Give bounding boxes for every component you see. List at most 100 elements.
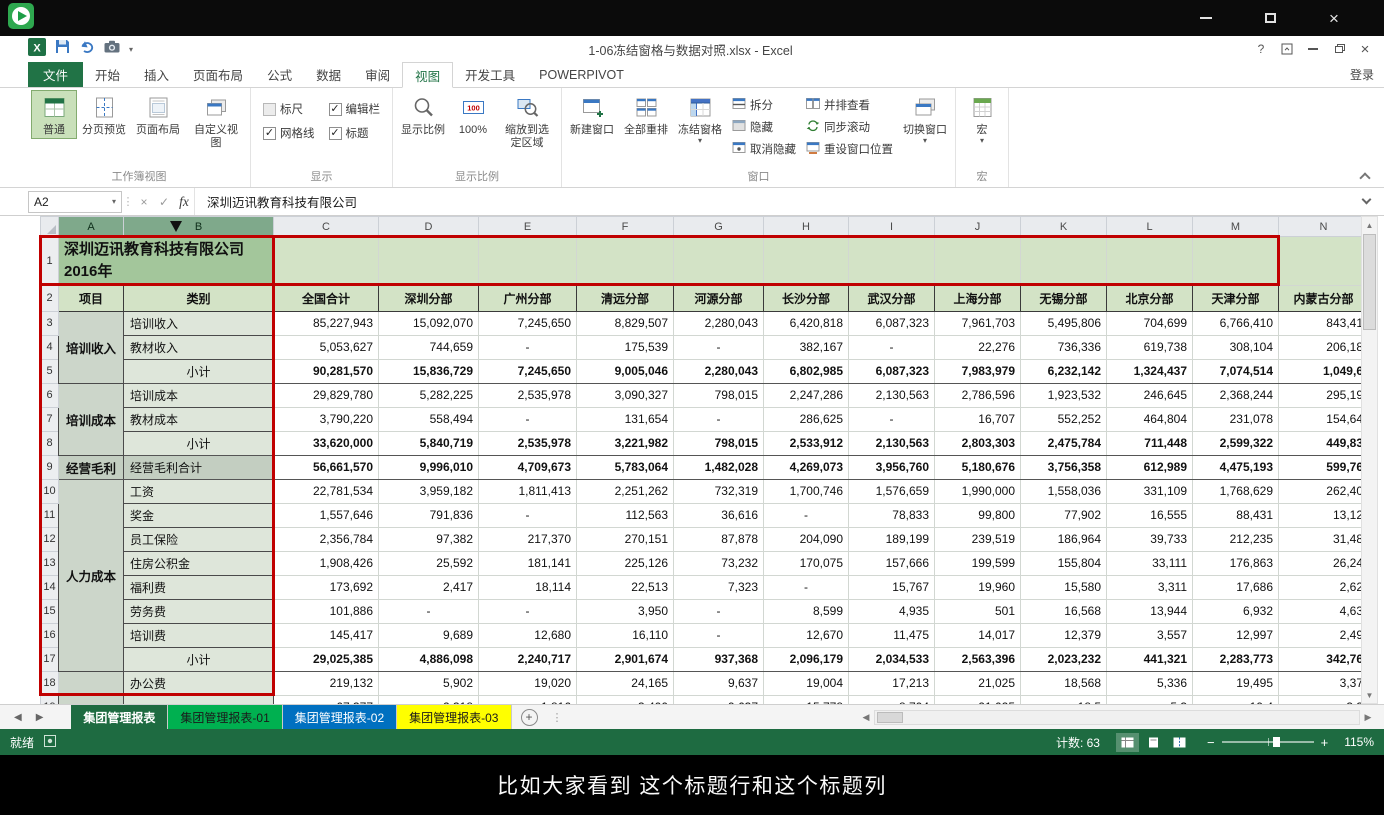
show-option-3[interactable]: ✓标题 <box>329 125 381 141</box>
cell-C14[interactable]: 173,692 <box>274 575 379 599</box>
row-header-4[interactable]: 4 <box>41 335 59 359</box>
small-button-hide[interactable]: 隐藏 <box>732 119 796 135</box>
cell-A9[interactable]: 经营毛利 <box>59 455 124 479</box>
cell-D3[interactable]: 15,092,070 <box>379 311 479 335</box>
cell-E2[interactable]: 广州分部 <box>479 285 577 311</box>
view-button-pagebreak[interactable]: 分页预览 <box>77 90 131 139</box>
cell-D6[interactable]: 5,282,225 <box>379 383 479 407</box>
cell-M5[interactable]: 7,074,514 <box>1193 359 1279 383</box>
cell-G7[interactable]: - <box>674 407 764 431</box>
cell-L15[interactable]: 13,944 <box>1107 599 1193 623</box>
col-header-B[interactable]: B <box>124 217 274 237</box>
cell-N17[interactable]: 342,76 <box>1279 647 1369 671</box>
cell-B2[interactable]: 类别 <box>124 285 274 311</box>
cell-J8[interactable]: 2,803,303 <box>935 431 1021 455</box>
cell-C17[interactable]: 29,025,385 <box>274 647 379 671</box>
cell-H19[interactable]: 15,778 <box>764 695 849 704</box>
ribbon-tab-6[interactable]: 视图 <box>402 62 453 88</box>
cell-H15[interactable]: 8,599 <box>764 599 849 623</box>
cell-B4[interactable]: 教材收入 <box>124 335 274 359</box>
cell-E8[interactable]: 2,535,978 <box>479 431 577 455</box>
window-button-arrange[interactable]: 全部重排 <box>619 90 673 148</box>
cell-M3[interactable]: 6,766,410 <box>1193 311 1279 335</box>
cell-A3[interactable]: 培训收入 <box>59 311 124 383</box>
cell-L6[interactable]: 246,645 <box>1107 383 1193 407</box>
cell-F17[interactable]: 2,901,674 <box>577 647 674 671</box>
cell-C1[interactable] <box>274 237 379 286</box>
cell-G9[interactable]: 1,482,028 <box>674 455 764 479</box>
cell-K16[interactable]: 12,379 <box>1021 623 1107 647</box>
cell-N19[interactable]: 3,3 <box>1279 695 1369 704</box>
col-header-A[interactable]: A <box>59 217 124 237</box>
view-button-custom[interactable]: 自定义视图 <box>185 90 247 153</box>
cell-K13[interactable]: 155,804 <box>1021 551 1107 575</box>
cell-M1[interactable] <box>1193 237 1279 286</box>
cell-N10[interactable]: 262,40 <box>1279 479 1369 503</box>
sheet-nav-right-icon[interactable]: ▶ <box>36 712 44 723</box>
cell-M18[interactable]: 19,495 <box>1193 671 1279 695</box>
cell-B15[interactable]: 劳务费 <box>124 599 274 623</box>
cell-I14[interactable]: 15,767 <box>849 575 935 599</box>
cell-E14[interactable]: 18,114 <box>479 575 577 599</box>
cell-K3[interactable]: 5,495,806 <box>1021 311 1107 335</box>
cell-I19[interactable]: 8,704 <box>849 695 935 704</box>
cell-K6[interactable]: 1,923,532 <box>1021 383 1107 407</box>
cell-N6[interactable]: 295,19 <box>1279 383 1369 407</box>
cell-D18[interactable]: 5,902 <box>379 671 479 695</box>
row-header-15[interactable]: 15 <box>41 599 59 623</box>
cell-N14[interactable]: 2,62 <box>1279 575 1369 599</box>
cell-K15[interactable]: 16,568 <box>1021 599 1107 623</box>
cell-F15[interactable]: 3,950 <box>577 599 674 623</box>
zoom-slider[interactable]: − + <box>1207 735 1328 750</box>
cell-M6[interactable]: 2,368,244 <box>1193 383 1279 407</box>
cell-L19[interactable]: 5,3 <box>1107 695 1193 704</box>
cell-B18[interactable]: 办公费 <box>124 671 274 695</box>
cell-C11[interactable]: 1,557,646 <box>274 503 379 527</box>
row-header-17[interactable]: 17 <box>41 647 59 671</box>
cell-K10[interactable]: 1,558,036 <box>1021 479 1107 503</box>
cell-H6[interactable]: 2,247,286 <box>764 383 849 407</box>
cell-H8[interactable]: 2,533,912 <box>764 431 849 455</box>
small-button-unhide[interactable]: 取消隐藏 <box>732 141 796 157</box>
scroll-left-icon[interactable]: ◀ <box>858 712 874 723</box>
cell-J12[interactable]: 239,519 <box>935 527 1021 551</box>
view-button-normal[interactable]: 普通 <box>31 90 77 139</box>
cell-C5[interactable]: 90,281,570 <box>274 359 379 383</box>
cell-I12[interactable]: 189,199 <box>849 527 935 551</box>
cell-I5[interactable]: 6,087,323 <box>849 359 935 383</box>
sheet-tab-2[interactable]: 集团管理报表-02 <box>283 705 397 729</box>
page-layout-view-icon[interactable] <box>1142 733 1165 752</box>
cell-L16[interactable]: 3,557 <box>1107 623 1193 647</box>
cell-C19[interactable]: 67,377 <box>274 695 379 704</box>
cell-E7[interactable]: - <box>479 407 577 431</box>
cell-H2[interactable]: 长沙分部 <box>764 285 849 311</box>
ribbon-tab-8[interactable]: POWERPIVOT <box>527 62 636 87</box>
player-minimize-button[interactable] <box>1186 6 1226 30</box>
cell-A10[interactable]: 人力成本 <box>59 479 124 671</box>
sheet-tab-1[interactable]: 集团管理报表-01 <box>168 705 282 729</box>
cell-M14[interactable]: 17,686 <box>1193 575 1279 599</box>
cell-K2[interactable]: 无锡分部 <box>1021 285 1107 311</box>
cell-B3[interactable]: 培训收入 <box>124 311 274 335</box>
cell-L9[interactable]: 612,989 <box>1107 455 1193 479</box>
cell-H17[interactable]: 2,096,179 <box>764 647 849 671</box>
cell-B8[interactable]: 小计 <box>124 431 274 455</box>
cell-G6[interactable]: 798,015 <box>674 383 764 407</box>
window-button-freeze[interactable]: 冻结窗格▾ <box>673 90 727 148</box>
cell-A6[interactable]: 培训成本 <box>59 383 124 455</box>
cell-F18[interactable]: 24,165 <box>577 671 674 695</box>
cell-N7[interactable]: 154,64 <box>1279 407 1369 431</box>
cell-F7[interactable]: 131,654 <box>577 407 674 431</box>
cell-N1[interactable] <box>1279 237 1369 286</box>
cell-I9[interactable]: 3,956,760 <box>849 455 935 479</box>
cell-I17[interactable]: 2,034,533 <box>849 647 935 671</box>
collapse-ribbon-button[interactable] <box>1358 171 1372 181</box>
ribbon-tab-2[interactable]: 页面布局 <box>181 62 255 87</box>
cell-H4[interactable]: 382,167 <box>764 335 849 359</box>
cell-M10[interactable]: 1,768,629 <box>1193 479 1279 503</box>
cell-I11[interactable]: 78,833 <box>849 503 935 527</box>
cell-E13[interactable]: 181,141 <box>479 551 577 575</box>
zoom-in-icon[interactable]: + <box>1321 735 1329 750</box>
cell-A18[interactable] <box>59 671 124 704</box>
cell-B11[interactable]: 奖金 <box>124 503 274 527</box>
